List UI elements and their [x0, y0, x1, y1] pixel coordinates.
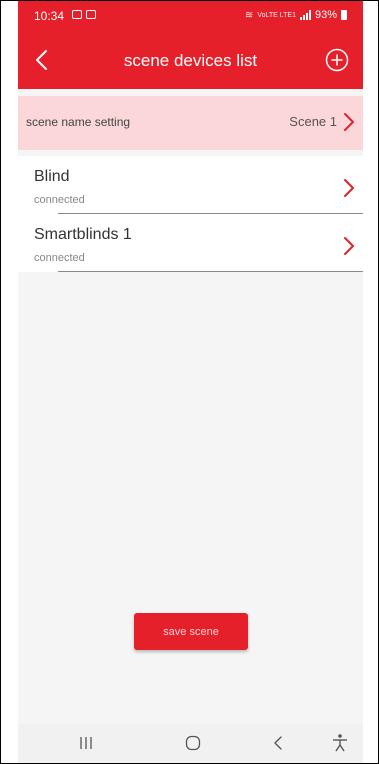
save-scene-button[interactable]: save scene	[134, 613, 248, 650]
screenshot-frame: 10:34 ≋ VoLTE LTE1 93% scene devices lis…	[0, 0, 379, 764]
device-row-blind[interactable]: Blind connected	[18, 156, 363, 214]
add-device-button[interactable]	[325, 48, 349, 72]
upload-icon	[86, 10, 96, 19]
gallery-icon	[72, 10, 82, 19]
device-name: Blind	[34, 168, 70, 185]
scene-name-value: Scene 1	[289, 114, 337, 129]
home-icon[interactable]	[184, 734, 202, 752]
scene-name-setting-row[interactable]: scene name setting Scene 1	[18, 96, 363, 150]
chevron-right-icon	[344, 179, 354, 197]
back-icon[interactable]	[271, 734, 285, 752]
chevron-right-icon	[344, 113, 354, 131]
phone-screen: 10:34 ≋ VoLTE LTE1 93% scene devices lis…	[18, 1, 363, 763]
network-type-label: VoLTE LTE1	[257, 11, 296, 19]
app-header: 10:34 ≋ VoLTE LTE1 93% scene devices lis…	[18, 1, 363, 89]
device-status: connected	[34, 194, 85, 206]
status-right: ≋ VoLTE LTE1 93%	[245, 9, 347, 21]
status-time: 10:34	[34, 9, 65, 23]
device-name: Smartblinds 1	[34, 226, 132, 243]
battery-percentage: 93%	[314, 9, 337, 21]
page-title: scene devices list	[123, 51, 258, 70]
recents-icon[interactable]	[78, 734, 94, 752]
signal-bars-icon	[299, 10, 311, 20]
status-bar: 10:34 ≋ VoLTE LTE1 93%	[18, 1, 363, 31]
battery-icon	[341, 10, 347, 20]
device-status: connected	[34, 252, 85, 264]
plus-circle-icon	[325, 48, 349, 72]
chevron-right-icon	[344, 237, 354, 255]
device-row-smartblinds-1[interactable]: Smartblinds 1 connected	[18, 214, 363, 272]
status-notification-icons	[72, 10, 96, 19]
scene-name-setting-label: scene name setting	[26, 115, 131, 129]
wifi-icon: ≋	[244, 9, 254, 21]
accessibility-icon[interactable]	[331, 733, 349, 753]
system-nav-bar	[18, 724, 363, 763]
device-list: Blind connected Smartblinds 1 connected	[18, 156, 363, 272]
divider	[58, 271, 363, 272]
